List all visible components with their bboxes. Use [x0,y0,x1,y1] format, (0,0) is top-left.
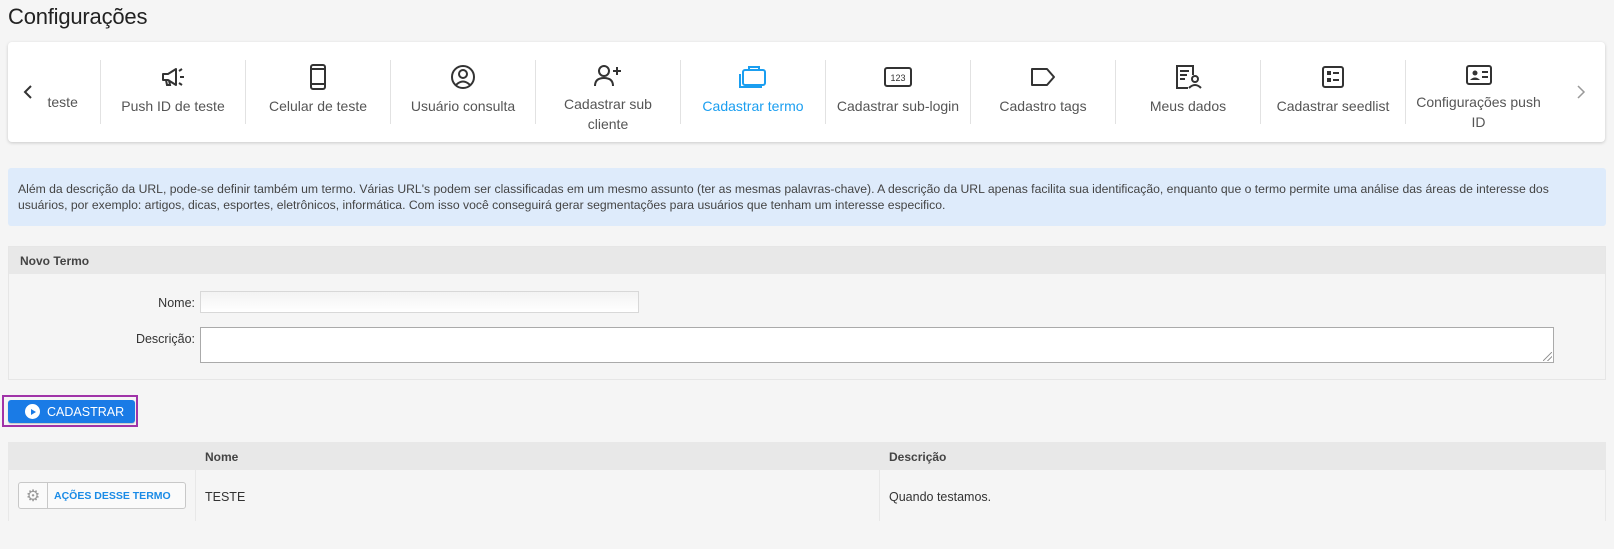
carousel-item-label: Push ID de teste [121,98,225,114]
table-header: Nome Descrição [9,443,1605,470]
carousel-item-label: Cadastro tags [999,98,1087,114]
name-label: Nome: [158,296,195,310]
settings-carousel: teste Push ID de teste Celular de teste … [8,42,1605,142]
panel-title: Novo Termo [9,247,1605,274]
checklist-icon [1321,64,1345,90]
briefcase-icon [738,64,768,90]
carousel-item-label: Usuário consulta [410,98,516,114]
play-circle-icon [25,404,40,419]
carousel-item-cadastrar-sub-cliente[interactable]: Cadastrar sub cliente [536,60,681,132]
description-label: Descrição: [135,332,195,346]
term-actions-button[interactable]: ⚙ AÇÕES DESSE TERMO [18,482,186,509]
new-term-panel: Novo Termo Nome: Descrição: [8,246,1606,380]
cadastrar-button[interactable]: CADASTRAR [8,400,135,423]
user-add-icon [593,64,623,88]
carousel-item-cadastrar-termo[interactable]: Cadastrar termo [681,60,826,124]
column-header-descricao: Descrição [889,450,947,464]
numeric-123-icon: 123 [884,64,912,90]
svg-text:123: 123 [890,73,905,83]
carousel-item-celular-teste[interactable]: Celular de teste [246,60,391,124]
carousel-prev-button[interactable] [18,78,38,106]
carousel-item-label: Meus dados [1149,98,1227,114]
column-header-nome: Nome [205,450,239,464]
carousel-item-label: Cadastrar termo [702,98,804,114]
carousel-next-button[interactable] [1571,78,1591,106]
carousel-item-cadastrar-seedlist[interactable]: Cadastrar seedlist [1261,60,1406,124]
info-message: Além da descrição da URL, pode-se defini… [8,168,1606,226]
tag-icon [1029,64,1057,90]
carousel-item-usuario-consulta[interactable]: Usuário consulta [391,60,536,124]
id-card-icon [1465,64,1493,86]
term-actions-label: AÇÕES DESSE TERMO [54,489,171,502]
carousel-item-meus-dados[interactable]: Meus dados [1116,60,1261,124]
user-document-icon [1174,64,1202,90]
carousel-item-push-id-teste[interactable]: Push ID de teste [101,60,246,124]
carousel-item-label: Configurações push ID [1416,94,1541,130]
chevron-left-icon [23,85,32,99]
page-title: Configurações [8,4,148,29]
carousel-item-label: Cadastrar seedlist [1276,98,1390,114]
user-circle-icon [450,64,476,90]
resize-handle[interactable] [1543,352,1552,361]
carousel-item-configuracoes-push-id[interactable]: Configurações push ID [1406,60,1551,130]
carousel-item-teste[interactable]: teste [45,60,101,124]
megaphone-icon [160,64,186,90]
carousel-item-label: teste [47,94,78,110]
carousel-item-label: Cadastrar sub-login [836,98,960,114]
gear-icon: ⚙ [19,483,48,508]
name-input[interactable] [200,291,639,313]
description-textarea[interactable] [200,327,1554,363]
cell-description: Quando testamos. [889,490,992,504]
terms-table: Nome Descrição ⚙ AÇÕES DESSE TERMO TESTE… [8,442,1606,521]
carousel-item-label: Cadastrar sub cliente [564,96,652,132]
cell-name: TESTE [205,490,246,504]
table-row: ⚙ AÇÕES DESSE TERMO TESTE Quando testamo… [9,470,1605,521]
chevron-right-icon [1577,85,1586,99]
carousel-item-cadastro-tags[interactable]: Cadastro tags [971,60,1116,124]
submit-button-focus-ring: CADASTRAR [2,395,138,427]
carousel-item-cadastrar-sub-login[interactable]: 123 Cadastrar sub-login [826,60,971,124]
cadastrar-button-label: CADASTRAR [47,404,125,419]
mobile-phone-icon [309,64,327,90]
carousel-item-label: Celular de teste [268,98,368,114]
